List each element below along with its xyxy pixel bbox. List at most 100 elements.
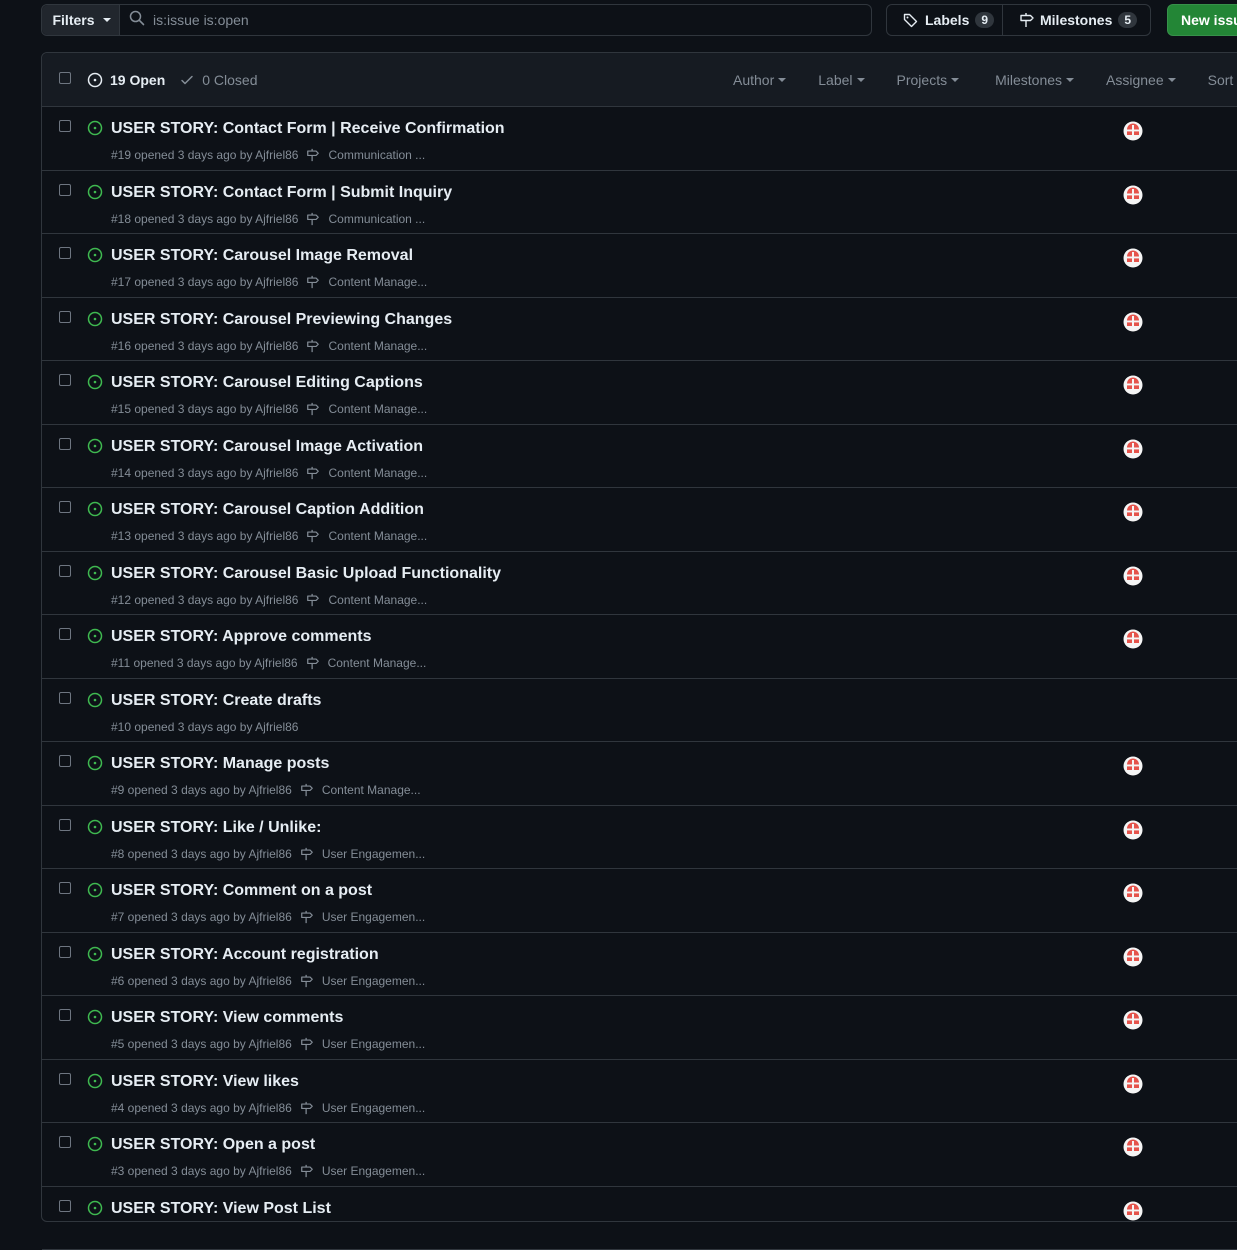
issue-milestone[interactable]: Content Manage... [306,466,427,480]
issue-title-link[interactable]: USER STORY: View Post List [111,1200,331,1218]
issue-row[interactable]: USER STORY: Account registration#6 opene… [42,933,1237,997]
assignee-avatar[interactable] [1123,820,1143,840]
assignee-avatar[interactable] [1123,1010,1143,1030]
issue-milestone[interactable]: User Engagemen... [300,847,425,861]
issue-checkbox[interactable] [59,882,71,894]
issue-row[interactable]: USER STORY: Carousel Caption Addition#13… [42,488,1237,552]
issue-row[interactable]: USER STORY: Create drafts#10 opened 3 da… [42,679,1237,743]
assignee-avatar[interactable] [1123,1201,1143,1221]
issue-title-link[interactable]: USER STORY: Approve comments [111,628,372,646]
assignee-avatar[interactable] [1123,312,1143,332]
issue-checkbox[interactable] [59,692,71,704]
issue-title-link[interactable]: USER STORY: Create drafts [111,692,321,710]
issue-row[interactable]: USER STORY: Approve comments#11 opened 3… [42,615,1237,679]
issue-checkbox[interactable] [59,438,71,450]
issue-title-link[interactable]: USER STORY: Carousel Caption Addition [111,501,424,519]
issue-row[interactable]: USER STORY: View Post List [42,1187,1237,1250]
issue-row[interactable]: USER STORY: Comment on a post#7 opened 3… [42,869,1237,933]
issue-title-link[interactable]: USER STORY: Carousel Basic Upload Functi… [111,565,501,583]
issue-title-link[interactable]: USER STORY: Like / Unlike: [111,819,321,837]
issue-row[interactable]: USER STORY: Carousel Image Activation#14… [42,425,1237,489]
issue-checkbox[interactable] [59,1009,71,1021]
issue-title-link[interactable]: USER STORY: Carousel Image Activation [111,438,423,456]
closed-issues-tab[interactable]: 0 Closed [179,72,257,88]
issue-checkbox[interactable] [59,501,71,513]
assignee-avatar[interactable] [1123,883,1143,903]
label-filter[interactable]: Label [818,72,864,88]
assignee-avatar[interactable] [1123,375,1143,395]
issue-row[interactable]: USER STORY: Like / Unlike:#8 opened 3 da… [42,806,1237,870]
select-all-checkbox[interactable] [59,72,71,84]
assignee-filter[interactable]: Assignee [1106,72,1176,88]
open-issues-tab[interactable]: 19 Open [87,72,165,88]
issue-milestone[interactable]: Content Manage... [306,593,427,607]
search-input[interactable] [145,11,871,29]
issue-title-link[interactable]: USER STORY: Carousel Editing Captions [111,374,423,392]
issue-milestone[interactable]: Content Manage... [300,783,421,797]
milestones-button[interactable]: Milestones 5 [1003,5,1137,35]
issue-row[interactable]: USER STORY: Carousel Basic Upload Functi… [42,552,1237,616]
issue-checkbox[interactable] [59,819,71,831]
issue-milestone[interactable]: Content Manage... [306,339,427,353]
issue-milestone[interactable]: User Engagemen... [300,974,425,988]
issue-milestone[interactable]: User Engagemen... [300,1164,425,1178]
issue-milestone[interactable]: Content Manage... [306,529,427,543]
issue-title-link[interactable]: USER STORY: Carousel Image Removal [111,247,413,265]
assignee-avatar[interactable] [1123,121,1143,141]
author-filter[interactable]: Author [733,72,786,88]
issue-checkbox[interactable] [59,184,71,196]
issue-title-link[interactable]: USER STORY: View likes [111,1073,299,1091]
issue-milestone[interactable]: Content Manage... [306,275,427,289]
issue-row[interactable]: USER STORY: Contact Form | Receive Confi… [42,107,1237,171]
issue-title-link[interactable]: USER STORY: Comment on a post [111,882,372,900]
issue-row[interactable]: USER STORY: Carousel Image Removal#17 op… [42,234,1237,298]
issue-checkbox[interactable] [59,1073,71,1085]
issue-milestone[interactable]: User Engagemen... [300,910,425,924]
issue-title-link[interactable]: USER STORY: Contact Form | Submit Inquir… [111,184,452,202]
issue-checkbox[interactable] [59,247,71,259]
issue-checkbox[interactable] [59,755,71,767]
issue-checkbox[interactable] [59,628,71,640]
sort-filter[interactable]: Sort [1208,72,1237,88]
issue-milestone[interactable]: Content Manage... [306,402,427,416]
issue-checkbox[interactable] [59,311,71,323]
filters-button[interactable]: Filters [42,5,120,35]
issue-checkbox[interactable] [59,1200,71,1212]
issue-checkbox[interactable] [59,565,71,577]
issue-title-link[interactable]: USER STORY: View comments [111,1009,343,1027]
issue-title-link[interactable]: USER STORY: Open a post [111,1136,315,1154]
issue-checkbox[interactable] [59,1136,71,1148]
assignee-avatar[interactable] [1123,566,1143,586]
issue-row[interactable]: USER STORY: Carousel Previewing Changes#… [42,298,1237,362]
issue-checkbox[interactable] [59,946,71,958]
assignee-avatar[interactable] [1123,502,1143,522]
issue-row[interactable]: USER STORY: Contact Form | Submit Inquir… [42,171,1237,235]
milestones-filter[interactable]: Milestones [995,72,1074,88]
assignee-avatar[interactable] [1123,1137,1143,1157]
issue-milestone[interactable]: User Engagemen... [300,1037,425,1051]
issue-title-link[interactable]: USER STORY: Manage posts [111,755,329,773]
issue-row[interactable]: USER STORY: Manage posts#9 opened 3 days… [42,742,1237,806]
issue-checkbox[interactable] [59,374,71,386]
issue-milestone[interactable]: Communication ... [306,212,425,226]
issue-title-link[interactable]: USER STORY: Account registration [111,946,379,964]
issue-milestone[interactable]: Content Manage... [306,656,427,670]
assignee-avatar[interactable] [1123,1074,1143,1094]
issue-milestone[interactable]: User Engagemen... [300,1101,425,1115]
assignee-avatar[interactable] [1123,629,1143,649]
issue-checkbox[interactable] [59,120,71,132]
assignee-avatar[interactable] [1123,756,1143,776]
issue-milestone[interactable]: Communication ... [306,148,425,162]
assignee-avatar[interactable] [1123,947,1143,967]
issue-row[interactable]: USER STORY: Carousel Editing Captions#15… [42,361,1237,425]
projects-filter[interactable]: Projects [897,72,960,88]
labels-button[interactable]: Labels 9 [887,5,1003,35]
issue-row[interactable]: USER STORY: Open a post#3 opened 3 days … [42,1123,1237,1187]
assignee-avatar[interactable] [1123,248,1143,268]
new-issue-button[interactable]: New issue [1167,4,1237,36]
issue-title-link[interactable]: USER STORY: Carousel Previewing Changes [111,311,452,329]
issue-title-link[interactable]: USER STORY: Contact Form | Receive Confi… [111,120,505,138]
issue-row[interactable]: USER STORY: View comments#5 opened 3 day… [42,996,1237,1060]
assignee-avatar[interactable] [1123,185,1143,205]
assignee-avatar[interactable] [1123,439,1143,459]
